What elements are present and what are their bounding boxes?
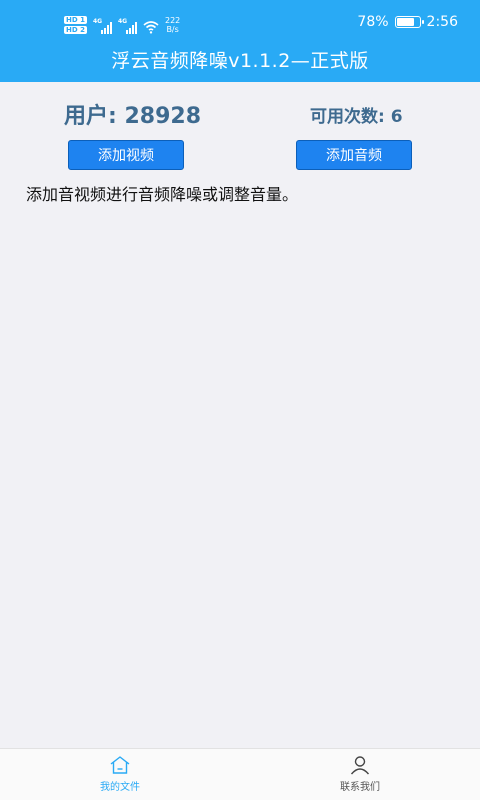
add-video-button[interactable]: 添加视频 [68, 140, 184, 170]
status-right: 78% 2:56 [357, 14, 458, 30]
nav-contact-us[interactable]: 联系我们 [300, 755, 420, 793]
add-audio-button[interactable]: 添加音频 [296, 140, 412, 170]
net-speed-value: 222 [164, 16, 181, 25]
net-speed-unit: B/s [166, 25, 179, 34]
wifi-icon [143, 21, 159, 34]
battery-percent: 78% [357, 14, 389, 30]
signal-icon-1: 4G [92, 18, 112, 34]
sim-indicators: HD 1 HD 2 [64, 16, 87, 34]
nav-my-files-label: 我的文件 [100, 782, 140, 793]
page-title: 浮云音频降噪v1.1.2—正式版 [111, 50, 369, 72]
net-speed: 222 B/s [165, 16, 180, 34]
user-id-label: 用户: 28928 [64, 104, 201, 129]
clock: 2:56 [426, 14, 458, 30]
network2-label: 4G [117, 18, 128, 25]
status-left: HD 1 HD 2 4G 4G 222 B/s [64, 10, 180, 34]
bottom-nav: 我的文件 联系我们 [0, 748, 480, 800]
nav-contact-us-label: 联系我们 [340, 782, 380, 793]
battery-level [396, 18, 414, 26]
status-bar: HD 1 HD 2 4G 4G 222 B/s 78% 2:56 [0, 0, 480, 36]
remaining-uses-label: 可用次数: 6 [310, 107, 403, 127]
description-text: 添加音视频进行音频降噪或调整音量。 [26, 185, 299, 204]
sim2-badge: HD 2 [64, 26, 87, 34]
signal-icon-2: 4G [117, 18, 137, 34]
network1-label: 4G [92, 18, 103, 25]
sim1-badge: HD 1 [64, 16, 87, 24]
person-icon [350, 756, 370, 775]
home-icon [110, 756, 130, 774]
battery-icon [394, 16, 424, 28]
app-header: HD 1 HD 2 4G 4G 222 B/s 78% 2:56 浮云音频降噪v… [0, 0, 480, 82]
nav-my-files[interactable]: 我的文件 [60, 755, 180, 793]
